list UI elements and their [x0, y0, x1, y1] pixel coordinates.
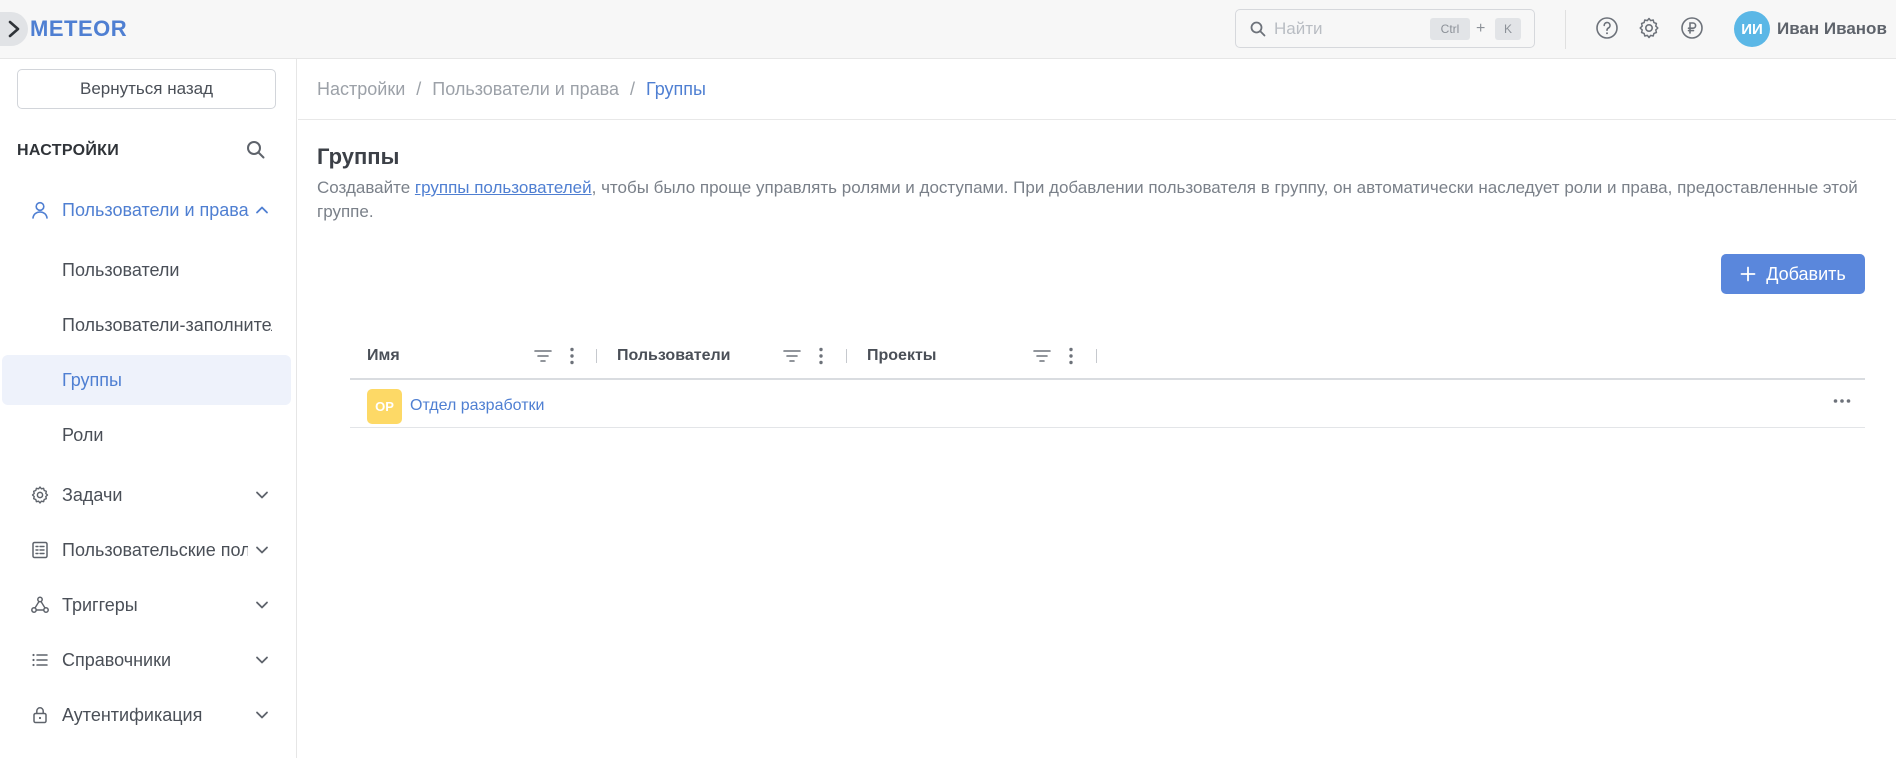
page-description-text: Создавайте	[317, 178, 415, 197]
filter-icon[interactable]	[783, 349, 801, 363]
more-horizontal-icon[interactable]	[1833, 398, 1851, 404]
column-header-name[interactable]: Имя	[350, 332, 600, 380]
sidebar-item-label: Аутентификация	[62, 704, 203, 725]
search-input[interactable]	[1274, 18, 1424, 40]
chevron-down-icon	[256, 711, 268, 719]
page-description: Создавайте группы пользователей, чтобы б…	[317, 176, 1892, 224]
sidebar-search-icon[interactable]	[245, 139, 267, 161]
help-icon	[1596, 17, 1618, 39]
top-header: METEOR Ctrl + K ИИ Иван Иванов	[0, 0, 1896, 59]
breadcrumb-separator: /	[416, 79, 422, 99]
settings-button[interactable]	[1637, 16, 1661, 40]
sidebar-toggle-button[interactable]	[0, 12, 28, 46]
help-button[interactable]	[1595, 16, 1619, 40]
sidebar-item-label: Пользователи	[62, 259, 180, 280]
sidebar-subitem-roles[interactable]: Роли	[0, 410, 295, 460]
column-resize-handle[interactable]	[846, 349, 847, 363]
user-avatar[interactable]: ИИ	[1734, 11, 1770, 47]
sidebar-item-label: Группы	[62, 369, 122, 390]
sidebar-item-label: Пользователи-заполнители	[62, 314, 272, 335]
sidebar-item-authentication[interactable]: Аутентификация	[0, 690, 295, 740]
list-icon	[30, 540, 50, 560]
page-title: Группы	[317, 144, 400, 169]
breadcrumb: Настройки / Пользователи и права / Группы	[317, 79, 706, 100]
shortcut-ctrl-key: Ctrl	[1430, 18, 1470, 40]
sidebar-title: НАСТРОЙКИ	[17, 142, 120, 159]
add-group-button[interactable]: Добавить	[1721, 254, 1865, 294]
column-label: Имя	[367, 347, 400, 364]
breadcrumb-settings[interactable]: Настройки	[317, 79, 405, 99]
app-logo[interactable]: METEOR	[30, 17, 127, 41]
search-icon	[1250, 21, 1266, 37]
sidebar-item-users-and-rights[interactable]: Пользователи и права	[0, 185, 295, 235]
shortcut-k-key: K	[1495, 18, 1521, 40]
trigger-icon	[30, 595, 50, 615]
table-header: Имя Пользователи Проекты	[350, 332, 1865, 380]
sidebar-item-label: Справочники	[62, 649, 172, 670]
chevron-up-icon	[256, 206, 268, 214]
chevron-down-icon	[256, 656, 268, 664]
lock-icon	[30, 705, 50, 725]
sidebar-subitem-groups[interactable]: Группы	[2, 355, 291, 405]
sidebar-item-label: Роли	[62, 424, 104, 445]
global-search[interactable]: Ctrl + K	[1235, 9, 1535, 48]
breadcrumb-groups: Группы	[645, 79, 706, 99]
user-name[interactable]: Иван Иванов	[1777, 19, 1887, 39]
shortcut-plus: +	[1476, 20, 1486, 37]
breadcrumb-users-and-rights[interactable]: Пользователи и права	[432, 79, 619, 99]
header-divider	[1565, 10, 1566, 49]
group-avatar: ОР	[367, 389, 402, 424]
filter-icon[interactable]	[534, 349, 552, 363]
chevron-down-icon	[256, 601, 268, 609]
chevron-right-icon	[8, 20, 20, 38]
sidebar-item-label: Пользователи и права	[62, 199, 249, 220]
more-vertical-icon[interactable]	[569, 347, 575, 365]
add-button-label: Добавить	[1766, 263, 1846, 284]
user-groups-link[interactable]: группы пользователей	[415, 178, 592, 197]
settings-icon	[1639, 17, 1659, 39]
column-header-projects[interactable]: Проекты	[850, 332, 1100, 380]
back-button[interactable]: Вернуться назад	[17, 69, 276, 109]
plus-icon	[1740, 266, 1756, 282]
settings-sidebar: Вернуться назад НАСТРОЙКИ Пользователи и…	[0, 59, 297, 758]
filter-icon[interactable]	[1033, 349, 1051, 363]
group-name-link[interactable]: Отдел разработки	[410, 397, 544, 415]
chevron-down-icon	[256, 491, 268, 499]
currency-icon	[1681, 17, 1703, 39]
column-label: Пользователи	[617, 347, 731, 364]
sidebar-item-triggers[interactable]: Триггеры	[0, 580, 295, 630]
gear-icon	[30, 485, 50, 505]
menu-list-icon	[30, 650, 50, 670]
sidebar-subitem-users[interactable]: Пользователи	[0, 245, 295, 295]
more-vertical-icon[interactable]	[1068, 347, 1074, 365]
groups-table: Имя Пользователи Проекты ОР Отдел разраб…	[350, 332, 1865, 428]
sidebar-subitem-placeholder-users[interactable]: Пользователи-заполнители	[0, 300, 295, 350]
sidebar-item-label: Задачи	[62, 484, 123, 505]
table-row[interactable]: ОР Отдел разработки	[350, 380, 1865, 428]
column-resize-handle[interactable]	[1096, 349, 1097, 363]
sidebar-item-directories[interactable]: Справочники	[0, 635, 295, 685]
column-header-users[interactable]: Пользователи	[600, 332, 850, 380]
more-vertical-icon[interactable]	[818, 347, 824, 365]
sidebar-item-tasks[interactable]: Задачи	[0, 470, 295, 520]
column-label: Проекты	[867, 347, 937, 364]
column-resize-handle[interactable]	[596, 349, 597, 363]
billing-button[interactable]	[1680, 16, 1704, 40]
user-icon	[30, 200, 50, 220]
breadcrumb-divider	[298, 119, 1896, 120]
chevron-down-icon	[256, 546, 268, 554]
breadcrumb-separator: /	[629, 79, 635, 99]
sidebar-item-label: Триггеры	[62, 594, 138, 615]
sidebar-item-custom-fields[interactable]: Пользовательские поля	[0, 525, 295, 575]
sidebar-item-label: Пользовательские поля	[62, 539, 248, 560]
